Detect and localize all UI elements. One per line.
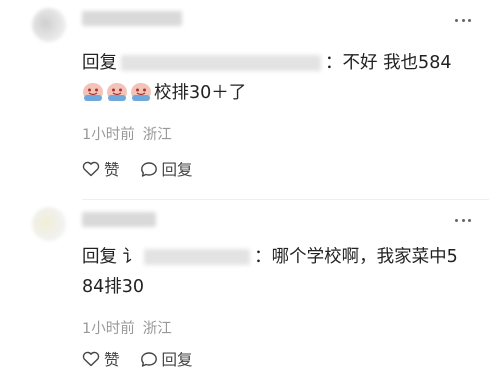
more-options-icon[interactable] — [455, 218, 471, 222]
reply-target-initial[interactable]: 讠 — [123, 247, 141, 267]
more-options-icon[interactable] — [455, 18, 471, 22]
heart-icon — [82, 161, 100, 177]
comment-item: 回复 讠 ：哪个学校啊，我家菜中5 84排30 1小时前 浙江 赞 回复 — [0, 200, 489, 375]
location: 浙江 — [142, 321, 172, 337]
grinning-face-emoji — [83, 83, 103, 101]
reply-target-redacted[interactable] — [144, 249, 251, 265]
reply-button[interactable]: 回复 — [140, 348, 193, 370]
comment-text-line1: ：哪个学校啊，我家菜中5 — [254, 247, 458, 267]
location: 浙江 — [142, 127, 172, 143]
like-label: 赞 — [104, 351, 120, 369]
comment-actions: 赞 回复 — [82, 348, 213, 370]
comment-text-line2: 84排30 — [82, 277, 145, 297]
speech-bubble-icon — [140, 351, 157, 367]
timestamp: 1小时前 — [82, 321, 135, 337]
avatar[interactable] — [32, 207, 66, 241]
comment-text-line2: 校排30＋了 — [154, 83, 247, 103]
speech-bubble-icon — [140, 161, 157, 177]
username-redacted[interactable] — [82, 11, 182, 26]
reply-label: 回复 — [161, 351, 193, 369]
heart-icon — [82, 351, 100, 367]
reply-prefix: 回复 — [82, 53, 117, 73]
username-redacted[interactable] — [82, 212, 156, 227]
comment-meta: 1小时前 浙江 — [82, 123, 172, 144]
grinning-face-emoji — [107, 83, 127, 101]
comment-item: 回复 ：不好 我也584 校排30＋了 1小时前 浙江 赞 回复 — [0, 0, 489, 200]
reply-button[interactable]: 回复 — [140, 158, 193, 180]
reply-target-redacted[interactable] — [121, 55, 321, 71]
grinning-face-emoji — [131, 83, 151, 101]
timestamp: 1小时前 — [82, 127, 135, 143]
like-label: 赞 — [104, 161, 120, 179]
comment-text-line1: ：不好 我也584 — [325, 53, 452, 73]
comment-text: 回复 ：不好 我也584 校排30＋了 — [82, 48, 477, 108]
like-button[interactable]: 赞 — [82, 158, 120, 180]
avatar[interactable] — [32, 8, 66, 42]
reply-prefix: 回复 — [82, 247, 117, 267]
comment-actions: 赞 回复 — [82, 158, 213, 180]
like-button[interactable]: 赞 — [82, 348, 120, 370]
reply-label: 回复 — [161, 161, 193, 179]
comment-text: 回复 讠 ：哪个学校啊，我家菜中5 84排30 — [82, 242, 477, 302]
comment-meta: 1小时前 浙江 — [82, 317, 172, 338]
